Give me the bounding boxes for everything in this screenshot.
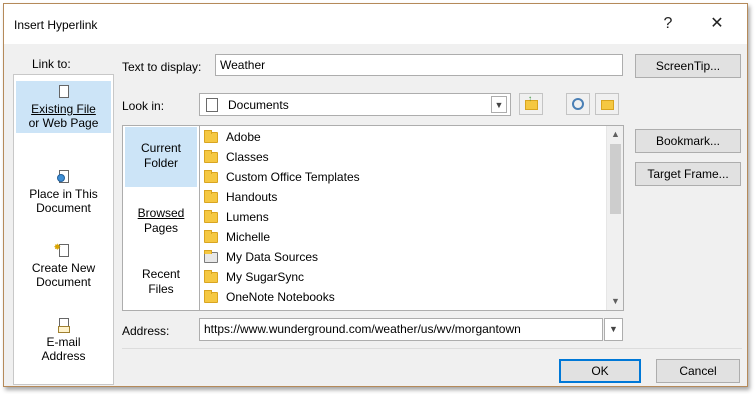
link-to-email-label-2: Address xyxy=(41,349,86,363)
dialog-title: Insert Hyperlink xyxy=(14,18,98,32)
link-to-create-label-1: Create New xyxy=(31,261,96,275)
link-to-email-address[interactable]: E-mail Address xyxy=(16,317,111,365)
browse-web-icon xyxy=(572,98,584,110)
nav-browsed-pages-line1: Browsed xyxy=(137,206,185,220)
link-to-place-in-document[interactable]: Place in This Document xyxy=(16,169,111,217)
list-item[interactable]: Adobe xyxy=(204,127,261,147)
link-to-label: Link to: xyxy=(32,57,71,71)
folder-icon xyxy=(204,210,218,224)
cancel-button[interactable]: Cancel xyxy=(656,359,740,383)
look-in-dropdown[interactable]: Documents ▼ xyxy=(199,93,511,116)
nav-recent-files[interactable]: Recent Files xyxy=(125,267,197,299)
list-item-label: Custom Office Templates xyxy=(226,170,360,184)
address-label: Address: xyxy=(122,324,170,338)
create-new-document-icon: ✸ xyxy=(54,242,71,259)
nav-current-folder-line1: Current xyxy=(140,141,181,155)
link-to-existing-file-label-2: or Web Page xyxy=(28,116,99,130)
file-list: Adobe Classes Custom Office Templates Ha… xyxy=(200,125,624,311)
browse-file-button[interactable] xyxy=(595,93,619,115)
place-in-document-icon xyxy=(56,169,71,185)
link-to-existing-file[interactable]: Existing File or Web Page xyxy=(16,81,111,133)
list-item-label: Adobe xyxy=(226,130,261,144)
scroll-up-icon[interactable]: ▲ xyxy=(607,126,623,143)
nav-browsed-pages-line2: Pages xyxy=(143,221,179,235)
list-item-label: Lumens xyxy=(226,210,269,224)
folder-icon xyxy=(204,170,218,184)
file-list-scrollbar[interactable]: ▲ ▼ xyxy=(606,126,623,310)
list-item[interactable]: My SugarSync xyxy=(204,267,304,287)
folder-icon xyxy=(204,270,218,284)
folder-icon xyxy=(204,190,218,204)
browse-file-icon xyxy=(601,100,614,110)
up-one-folder-button[interactable]: ↑ xyxy=(519,93,543,115)
look-in-label: Look in: xyxy=(122,99,165,113)
list-item[interactable]: Classes xyxy=(204,147,269,167)
target-frame-button[interactable]: Target Frame... xyxy=(635,162,741,186)
email-address-icon xyxy=(57,317,71,333)
ok-button[interactable]: OK xyxy=(559,359,641,383)
scroll-down-icon[interactable]: ▼ xyxy=(607,293,623,310)
folder-icon xyxy=(204,290,218,304)
list-item-label: My Data Sources xyxy=(226,250,319,264)
bookmark-button[interactable]: Bookmark... xyxy=(635,129,741,153)
insert-hyperlink-dialog: Insert Hyperlink ? ✕ Link to: Existing F… xyxy=(3,3,748,387)
close-button[interactable]: ✕ xyxy=(703,12,731,36)
list-item-label: Michelle xyxy=(226,230,271,244)
list-item-label: OneNote Notebooks xyxy=(226,290,335,304)
help-button[interactable]: ? xyxy=(654,12,682,36)
link-to-existing-file-label-1: Existing File xyxy=(31,102,96,116)
address-input[interactable]: https://www.wunderground.com/weather/us/… xyxy=(199,318,603,341)
list-item[interactable]: Handouts xyxy=(204,187,277,207)
nav-browsed-pages[interactable]: Browsed Pages xyxy=(125,206,197,238)
link-to-create-new-document[interactable]: ✸ Create New Document xyxy=(16,242,111,291)
text-to-display-input[interactable]: Weather xyxy=(215,54,623,76)
address-chevron-down-icon[interactable]: ▼ xyxy=(604,318,623,341)
screentip-button[interactable]: ScreenTip... xyxy=(635,54,741,78)
browse-web-button[interactable] xyxy=(566,93,590,115)
link-to-email-label-1: E-mail xyxy=(46,335,81,349)
list-item[interactable]: Michelle xyxy=(204,227,270,247)
footer-divider xyxy=(122,348,742,349)
documents-icon xyxy=(206,98,218,112)
link-to-place-label-1: Place in This xyxy=(29,187,98,201)
folder-icon xyxy=(204,230,218,244)
list-item-label: Handouts xyxy=(226,190,278,204)
data-sources-folder-icon xyxy=(204,250,218,264)
existing-file-icon xyxy=(57,84,71,100)
list-item[interactable]: My Data Sources xyxy=(204,247,318,267)
link-to-place-label-2: Document xyxy=(36,201,91,215)
look-in-value: Documents xyxy=(228,98,289,112)
list-item-label: Classes xyxy=(226,150,269,164)
link-to-pane: Existing File or Web Page Place in This … xyxy=(13,74,114,385)
folder-icon xyxy=(204,130,218,144)
title-bar: Insert Hyperlink ? ✕ xyxy=(4,4,747,44)
list-item[interactable]: OneNote Notebooks xyxy=(204,287,335,307)
nav-recent-files-line2: Files xyxy=(148,282,174,296)
link-to-create-label-2: Document xyxy=(36,275,91,289)
folder-icon xyxy=(204,150,218,164)
list-item[interactable]: Custom Office Templates xyxy=(204,167,360,187)
chevron-down-icon[interactable]: ▼ xyxy=(491,96,507,113)
scroll-thumb[interactable] xyxy=(610,144,621,214)
list-item[interactable]: Lumens xyxy=(204,207,269,227)
nav-current-folder[interactable]: Current Folder xyxy=(125,127,197,187)
nav-recent-files-line1: Recent xyxy=(141,267,181,281)
list-item-label: My SugarSync xyxy=(226,270,305,284)
nav-current-folder-line2: Folder xyxy=(143,156,178,170)
browse-nav-pane: Current Folder Browsed Pages Recent File… xyxy=(122,125,200,311)
text-to-display-label: Text to display: xyxy=(122,60,202,74)
